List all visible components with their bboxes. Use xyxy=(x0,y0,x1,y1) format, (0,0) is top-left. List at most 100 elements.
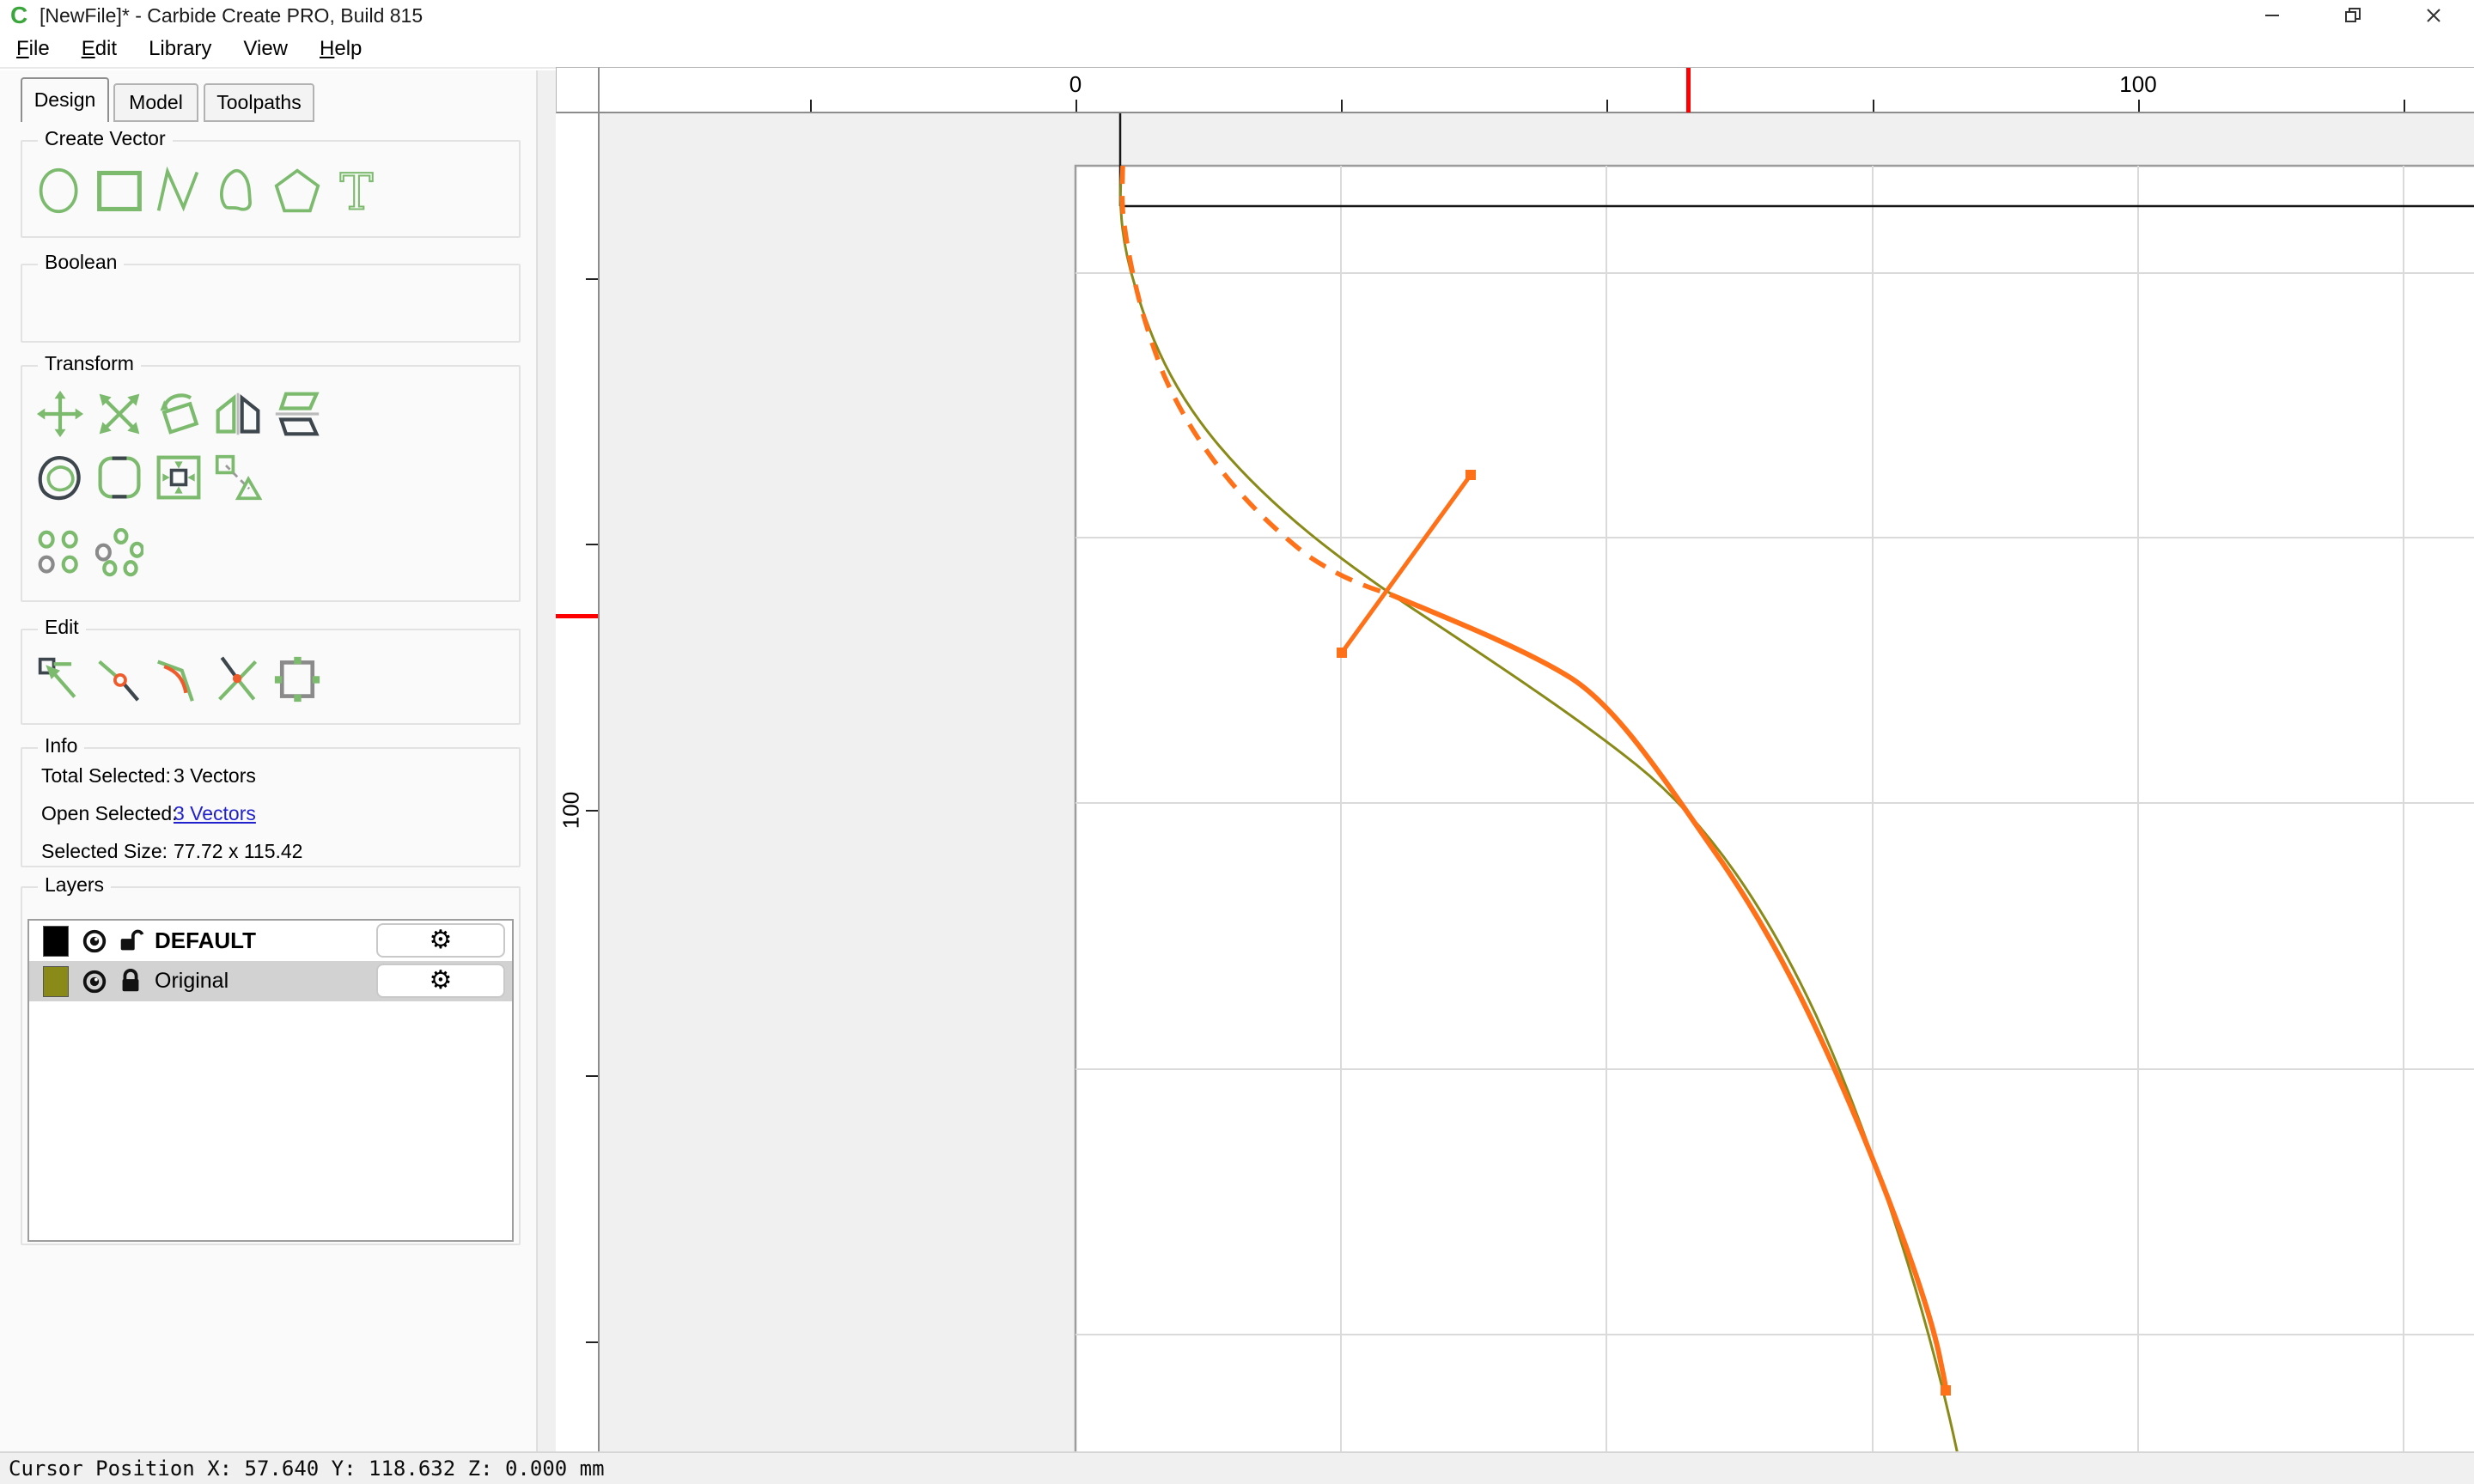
vector-node[interactable] xyxy=(1466,470,1476,480)
circular-array-tool[interactable] xyxy=(95,526,143,580)
edit-nodes-icon xyxy=(274,656,320,702)
cursor-y-marker xyxy=(556,614,598,618)
polyline-icon xyxy=(156,166,199,212)
info-total-selected: Total Selected: 3 Vectors xyxy=(41,764,256,787)
cut-path-icon xyxy=(98,660,140,702)
rotate-tool[interactable] xyxy=(155,387,203,441)
linear-array-tool[interactable] xyxy=(36,526,84,580)
menu-help[interactable]: Help xyxy=(318,35,363,63)
design-canvas[interactable] xyxy=(600,113,2474,1451)
info-title: Info xyxy=(38,734,85,757)
menu-view[interactable]: View xyxy=(241,35,289,63)
minimize-button[interactable] xyxy=(2232,0,2313,31)
curve-tool[interactable] xyxy=(214,164,262,217)
create-vector-group: Create Vector T xyxy=(21,127,521,238)
fillet-tool[interactable] xyxy=(155,653,203,706)
menu-file[interactable]: File xyxy=(15,35,52,63)
trim-tool[interactable] xyxy=(214,653,262,706)
restore-icon xyxy=(2345,8,2361,22)
mirror-tool[interactable] xyxy=(214,387,262,441)
circle-icon xyxy=(39,167,78,214)
shrink-tool[interactable] xyxy=(155,451,203,504)
create-vector-title: Create Vector xyxy=(38,127,173,150)
gear-icon: ⚙ xyxy=(429,965,453,995)
mirror-icon xyxy=(216,392,260,435)
cursor-position-readout: Cursor Position X: 57.640 Y: 118.632 Z: … xyxy=(9,1457,605,1481)
layer-name[interactable]: DEFAULT xyxy=(155,928,256,954)
layer-row-default[interactable]: DEFAULT ⚙ xyxy=(29,921,512,961)
info-open-selected: Open Selected:3 Vectors xyxy=(41,802,256,824)
cursor-x-marker xyxy=(1686,68,1691,113)
text-icon: T xyxy=(339,166,375,216)
left-sidebar: Design Model Toolpaths Create Vector T B… xyxy=(0,70,537,1451)
status-bar: Cursor Position X: 57.640 Y: 118.632 Z: … xyxy=(0,1451,2474,1484)
layer-row-original[interactable]: Original ⚙ xyxy=(29,961,512,1001)
circle-tool[interactable] xyxy=(36,164,84,217)
visibility-eye-icon[interactable] xyxy=(81,968,108,995)
menu-edit[interactable]: Edit xyxy=(80,35,119,63)
polygon-icon xyxy=(274,168,320,213)
window-title: [NewFile]* - Carbide Create PRO, Build 8… xyxy=(40,4,424,27)
lock-open-icon[interactable] xyxy=(117,928,144,955)
ruler-label-100: 100 xyxy=(2119,71,2157,97)
sidebar-scroll-track[interactable] xyxy=(537,70,557,1451)
layers-title: Layers xyxy=(38,873,112,897)
open-vectors-link[interactable]: 3 Vectors xyxy=(174,802,256,824)
vector-node[interactable] xyxy=(1941,1385,1951,1396)
info-group: Info Total Selected: 3 Vectors Open Selec… xyxy=(21,734,521,867)
scale-icon xyxy=(99,393,140,435)
layer-color-swatch[interactable] xyxy=(43,965,69,997)
node-select-icon xyxy=(38,657,76,698)
cut-path-tool[interactable] xyxy=(95,653,143,706)
polyline-tool[interactable] xyxy=(155,164,203,217)
menu-bar: File Edit Library View Help xyxy=(0,31,2474,69)
canvas-drawing xyxy=(1074,113,2474,1451)
linear-array-icon xyxy=(38,530,78,574)
round-corners-icon xyxy=(98,456,141,499)
stock-boundary xyxy=(1074,164,2474,1451)
curve-icon xyxy=(220,168,252,211)
menu-library[interactable]: Library xyxy=(147,35,213,63)
layer-name[interactable]: Original xyxy=(155,969,229,994)
tab-toolpaths[interactable]: Toolpaths xyxy=(204,83,314,122)
lock-closed-icon[interactable] xyxy=(117,968,144,995)
edit-title: Edit xyxy=(38,616,86,639)
flip-vertical-tool[interactable] xyxy=(273,387,321,441)
layer-settings-button[interactable]: ⚙ xyxy=(376,923,505,958)
flip-vertical-icon xyxy=(275,392,320,436)
rectangle-tool[interactable] xyxy=(95,164,143,217)
text-tool[interactable]: T xyxy=(332,164,381,217)
restore-button[interactable] xyxy=(2313,0,2393,31)
app-window: C [NewFile]* - Carbide Create PRO, Build… xyxy=(0,0,2474,1484)
ruler-label-100-vertical: 100 xyxy=(558,791,584,830)
ruler-label-0: 0 xyxy=(1069,71,1082,97)
round-corners-tool[interactable] xyxy=(95,451,143,504)
svg-text:T: T xyxy=(340,166,374,216)
close-button[interactable] xyxy=(2393,0,2474,31)
vector-node[interactable] xyxy=(1337,648,1347,658)
move-tool[interactable] xyxy=(36,387,84,441)
edit-nodes-tool[interactable] xyxy=(273,653,321,706)
gear-icon: ⚙ xyxy=(429,925,453,955)
layer-settings-button[interactable]: ⚙ xyxy=(376,964,505,998)
tab-model[interactable]: Model xyxy=(113,83,198,122)
info-selected-size: Selected Size: 77.72 x 115.42 xyxy=(41,840,303,862)
boolean-group: Boolean xyxy=(21,251,521,343)
polygon-tool[interactable] xyxy=(273,164,321,217)
shrink-icon xyxy=(156,455,201,500)
layers-group: Layers DEFAULT ⚙ Original ⚙ xyxy=(21,873,521,1245)
tab-design[interactable]: Design xyxy=(21,77,109,122)
circular-array-icon xyxy=(95,528,143,577)
layer-color-swatch[interactable] xyxy=(43,925,69,957)
node-select-tool[interactable] xyxy=(36,653,84,706)
minimize-icon xyxy=(2265,15,2279,16)
transform-title: Transform xyxy=(38,352,141,375)
snap-tool[interactable] xyxy=(214,451,262,504)
scale-tool[interactable] xyxy=(95,387,143,441)
visibility-eye-icon[interactable] xyxy=(81,928,108,955)
edit-group: Edit xyxy=(21,616,521,725)
rectangle-icon xyxy=(97,170,142,212)
offset-tool[interactable] xyxy=(36,451,84,504)
fillet-icon xyxy=(157,660,194,702)
app-logo-icon: C xyxy=(10,2,28,28)
